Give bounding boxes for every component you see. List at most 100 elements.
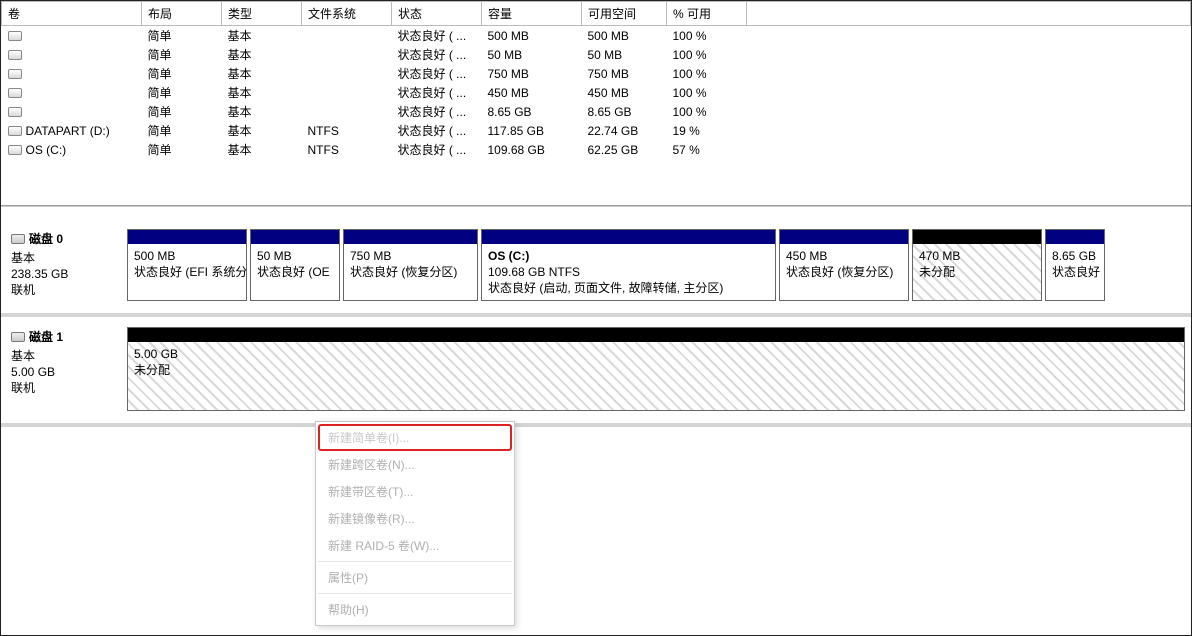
cell-free: 62.25 GB bbox=[582, 140, 667, 159]
table-row[interactable]: 简单基本状态良好 ( ...50 MB50 MB100 % bbox=[2, 45, 1191, 64]
table-row[interactable]: 简单基本状态良好 ( ...750 MB750 MB100 % bbox=[2, 64, 1191, 83]
partition-status: 未分配 bbox=[134, 362, 1178, 378]
disk-icon bbox=[11, 234, 25, 244]
partition-size: 450 MB bbox=[786, 248, 902, 264]
menu-new-spanned-volume[interactable]: 新建跨区卷(N)... bbox=[318, 451, 512, 478]
disks-graphical-panel: 磁盘 0 基本 238.35 GB 联机 500 MB状态良好 (EFI 系统分… bbox=[1, 206, 1191, 427]
cell-status: 状态良好 ( ... bbox=[392, 102, 482, 121]
table-row[interactable]: OS (C:)简单基本NTFS状态良好 ( ...109.68 GB62.25 … bbox=[2, 140, 1191, 159]
volume-icon bbox=[8, 88, 22, 98]
menu-help[interactable]: 帮助(H) bbox=[318, 596, 512, 623]
cell-volume: DATAPART (D:) bbox=[26, 124, 110, 138]
col-volume[interactable]: 卷 bbox=[2, 2, 142, 26]
cell-capacity: 117.85 GB bbox=[482, 121, 582, 140]
disk-type-1: 基本 bbox=[11, 348, 123, 364]
partition-status: 状态良好 (恢复分区) bbox=[350, 264, 471, 280]
cell-status: 状态良好 ( ... bbox=[392, 140, 482, 159]
column-header-row[interactable]: 卷 布局 类型 文件系统 状态 容量 可用空间 % 可用 bbox=[2, 2, 1191, 26]
volume-table[interactable]: 卷 布局 类型 文件系统 状态 容量 可用空间 % 可用 简单基本状态良好 ( … bbox=[1, 1, 1191, 159]
cell-status: 状态良好 ( ... bbox=[392, 26, 482, 46]
cell-free: 50 MB bbox=[582, 45, 667, 64]
menu-new-striped-volume[interactable]: 新建带区卷(T)... bbox=[318, 478, 512, 505]
volume-icon bbox=[8, 126, 22, 136]
table-row[interactable]: DATAPART (D:)简单基本NTFS状态良好 ( ...117.85 GB… bbox=[2, 121, 1191, 140]
cell-type: 基本 bbox=[222, 102, 302, 121]
volume-icon bbox=[8, 50, 22, 60]
menu-new-raid5-volume[interactable]: 新建 RAID-5 卷(W)... bbox=[318, 532, 512, 562]
cell-layout: 简单 bbox=[142, 102, 222, 121]
partition-size: 750 MB bbox=[350, 248, 471, 264]
col-filesystem[interactable]: 文件系统 bbox=[302, 2, 392, 26]
cell-capacity: 450 MB bbox=[482, 83, 582, 102]
volume-icon bbox=[8, 69, 22, 79]
col-layout[interactable]: 布局 bbox=[142, 2, 222, 26]
cell-layout: 简单 bbox=[142, 45, 222, 64]
volume-icon bbox=[8, 145, 22, 155]
cell-type: 基本 bbox=[222, 26, 302, 46]
cell-status: 状态良好 ( ... bbox=[392, 64, 482, 83]
cell-free: 8.65 GB bbox=[582, 102, 667, 121]
partition-size: 50 MB bbox=[257, 248, 333, 264]
disk-row-1[interactable]: 磁盘 1 基本 5.00 GB 联机 5.00 GB 未分配 bbox=[1, 317, 1191, 427]
partition[interactable]: 500 MB状态良好 (EFI 系统分区) bbox=[127, 229, 247, 301]
cell-filesystem bbox=[302, 83, 392, 102]
disk-info-1: 磁盘 1 基本 5.00 GB 联机 bbox=[7, 327, 127, 411]
col-type[interactable]: 类型 bbox=[222, 2, 302, 26]
partition-header-bar bbox=[344, 230, 477, 244]
partition[interactable]: 50 MB状态良好 (OE bbox=[250, 229, 340, 301]
cell-capacity: 750 MB bbox=[482, 64, 582, 83]
volume-list-panel: 卷 布局 类型 文件系统 状态 容量 可用空间 % 可用 简单基本状态良好 ( … bbox=[1, 1, 1191, 206]
partition-header-bar bbox=[1046, 230, 1104, 244]
menu-new-simple-volume[interactable]: 新建简单卷(I)... bbox=[318, 424, 512, 451]
cell-layout: 简单 bbox=[142, 64, 222, 83]
cell-free: 750 MB bbox=[582, 64, 667, 83]
cell-pct: 100 % bbox=[667, 102, 747, 121]
partition[interactable]: 450 MB状态良好 (恢复分区) bbox=[779, 229, 909, 301]
partition-status: 状态良好 (OE bbox=[257, 264, 333, 280]
context-menu[interactable]: 新建简单卷(I)... 新建跨区卷(N)... 新建带区卷(T)... 新建镜像… bbox=[315, 421, 515, 626]
menu-new-mirrored-volume[interactable]: 新建镜像卷(R)... bbox=[318, 505, 512, 532]
cell-free: 500 MB bbox=[582, 26, 667, 46]
cell-capacity: 500 MB bbox=[482, 26, 582, 46]
partition-header-bar bbox=[251, 230, 339, 244]
cell-filesystem bbox=[302, 64, 392, 83]
col-pct[interactable]: % 可用 bbox=[667, 2, 747, 26]
partition-title: OS (C:) bbox=[488, 248, 769, 264]
cell-layout: 简单 bbox=[142, 140, 222, 159]
cell-free: 22.74 GB bbox=[582, 121, 667, 140]
partition-size: 470 MB bbox=[919, 248, 1035, 264]
partition[interactable]: 8.65 GB状态良好 bbox=[1045, 229, 1105, 301]
disk1-partitions: 5.00 GB 未分配 bbox=[127, 327, 1185, 411]
disk-info-0: 磁盘 0 基本 238.35 GB 联机 bbox=[7, 229, 127, 301]
menu-properties[interactable]: 属性(P) bbox=[318, 564, 512, 594]
table-row[interactable]: 简单基本状态良好 ( ...8.65 GB8.65 GB100 % bbox=[2, 102, 1191, 121]
partition[interactable]: OS (C:)109.68 GB NTFS状态良好 (启动, 页面文件, 故障转… bbox=[481, 229, 776, 301]
cell-pct: 19 % bbox=[667, 121, 747, 140]
cell-filesystem bbox=[302, 45, 392, 64]
table-row[interactable]: 简单基本状态良好 ( ...450 MB450 MB100 % bbox=[2, 83, 1191, 102]
partition-header-bar bbox=[128, 328, 1184, 342]
table-row[interactable]: 简单基本状态良好 ( ...500 MB500 MB100 % bbox=[2, 26, 1191, 46]
cell-type: 基本 bbox=[222, 83, 302, 102]
col-status[interactable]: 状态 bbox=[392, 2, 482, 26]
col-capacity[interactable]: 容量 bbox=[482, 2, 582, 26]
partition-unallocated[interactable]: 470 MB未分配 bbox=[912, 229, 1042, 301]
cell-layout: 简单 bbox=[142, 83, 222, 102]
cell-filesystem bbox=[302, 102, 392, 121]
disk-icon bbox=[11, 332, 25, 342]
disk-size-1: 5.00 GB bbox=[11, 364, 123, 380]
cell-layout: 简单 bbox=[142, 26, 222, 46]
partition-status: 未分配 bbox=[919, 264, 1035, 280]
col-free[interactable]: 可用空间 bbox=[582, 2, 667, 26]
disk1-unallocated[interactable]: 5.00 GB 未分配 bbox=[127, 327, 1185, 411]
partition-status: 状态良好 (EFI 系统分区) bbox=[134, 264, 240, 280]
partition-size: 109.68 GB NTFS bbox=[488, 264, 769, 280]
disk-row-0[interactable]: 磁盘 0 基本 238.35 GB 联机 500 MB状态良好 (EFI 系统分… bbox=[1, 207, 1191, 317]
volume-icon bbox=[8, 107, 22, 117]
disk-size-0: 238.35 GB bbox=[11, 266, 123, 282]
cell-pct: 100 % bbox=[667, 26, 747, 46]
partition[interactable]: 750 MB状态良好 (恢复分区) bbox=[343, 229, 478, 301]
cell-filesystem bbox=[302, 26, 392, 46]
cell-filesystem: NTFS bbox=[302, 121, 392, 140]
cell-pct: 57 % bbox=[667, 140, 747, 159]
